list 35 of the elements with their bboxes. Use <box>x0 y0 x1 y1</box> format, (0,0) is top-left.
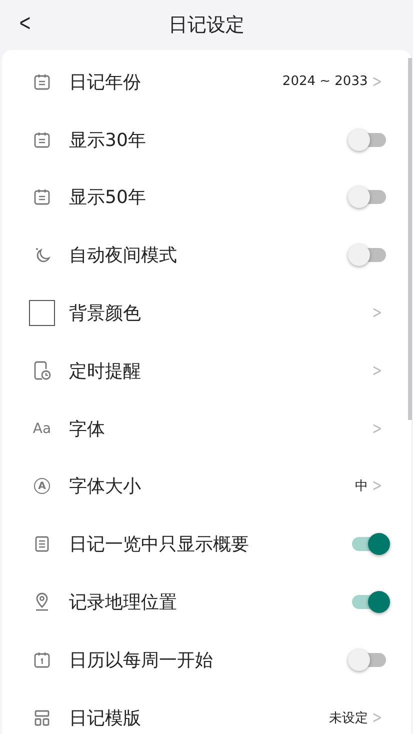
setting-label: 字体大小 <box>69 475 142 498</box>
setting-label: 定时提醒 <box>69 360 142 383</box>
chevron-icon[interactable]: > <box>372 476 382 496</box>
document-icon <box>33 535 51 554</box>
setting-label: 记录地理位置 <box>69 591 178 614</box>
setting-label: 自动夜间模式 <box>69 244 178 268</box>
calendar-icon <box>33 72 51 91</box>
calendar-icon <box>33 188 51 206</box>
setting-label: 日记模版 <box>69 706 142 730</box>
color-swatch <box>29 300 55 326</box>
font-size-icon: A <box>34 478 50 494</box>
setting-label: 日记年份 <box>69 70 142 94</box>
setting-label: 日历以每周一开始 <box>69 648 214 672</box>
chevron-icon[interactable]: > <box>372 708 382 728</box>
calendar-icon <box>33 650 51 669</box>
template-icon <box>33 708 51 727</box>
page-title: 日记设定 <box>168 13 244 38</box>
location-pin-icon <box>33 592 51 612</box>
setting-label: 显示30年 <box>69 128 147 152</box>
calendar-icon <box>33 130 51 149</box>
chevron-icon[interactable]: > <box>372 360 382 381</box>
setting-value: 2024 ~ 2033 <box>282 74 368 90</box>
phone-clock-icon <box>33 360 51 381</box>
setting-label: 背景颜色 <box>69 302 142 326</box>
chevron-icon[interactable]: > <box>372 72 382 92</box>
back-button[interactable]: < <box>16 10 34 38</box>
font-icon: Aa <box>32 420 52 437</box>
setting-label: 日记一览中只显示概要 <box>69 533 250 556</box>
chevron-icon[interactable]: > <box>372 418 382 439</box>
moon-icon <box>33 246 51 264</box>
setting-value: 未设定 <box>328 710 368 727</box>
setting-value: 中 <box>354 478 368 496</box>
setting-label: 字体 <box>69 418 106 441</box>
setting-label: 显示50年 <box>69 186 147 210</box>
chevron-icon[interactable]: > <box>372 303 382 324</box>
